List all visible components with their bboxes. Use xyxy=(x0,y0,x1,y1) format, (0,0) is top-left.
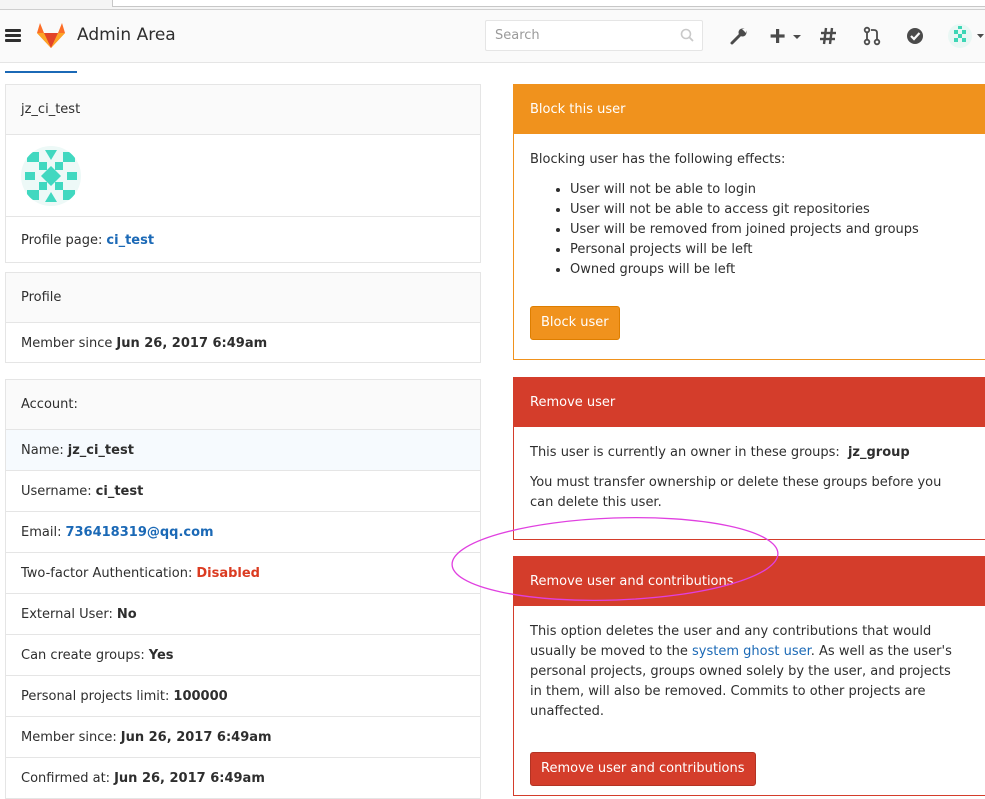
remove-contributions-panel: Remove user and contributions This optio… xyxy=(513,556,985,796)
remove-contributions-button[interactable]: Remove user and contributions xyxy=(530,752,756,786)
wrench-icon[interactable] xyxy=(729,26,749,46)
user-card-title: jz_ci_test xyxy=(21,102,81,117)
profile-panel-header: Profile xyxy=(6,273,480,323)
search-input[interactable] xyxy=(485,20,703,51)
avatar[interactable] xyxy=(947,23,985,49)
remove-contributions-text: This option deletes the user and any con… xyxy=(530,622,952,722)
account-row-email: Email: 736418319@qq.com xyxy=(6,512,480,553)
account-row-can-create-groups: Can create groups: Yes xyxy=(6,635,480,676)
remove-contributions-title: Remove user and contributions xyxy=(530,574,734,589)
account-panel-title: Account: xyxy=(21,397,78,412)
user-card-header: jz_ci_test xyxy=(6,85,480,135)
account-value: ci_test xyxy=(95,483,144,499)
block-user-panel: Block this user Blocking user has the fo… xyxy=(513,84,985,360)
block-effect-item: Personal projects will be left xyxy=(570,240,976,260)
system-ghost-user-link[interactable]: system ghost user xyxy=(692,644,811,659)
menu-icon[interactable] xyxy=(5,29,21,43)
remove-contributions-body: This option deletes the user and any con… xyxy=(514,606,985,786)
account-value: Yes xyxy=(148,647,174,663)
remove-user-body: This user is currently an owner in these… xyxy=(514,427,985,513)
account-row-name: Name: jz_ci_test xyxy=(6,430,480,471)
block-user-header: Block this user xyxy=(514,85,985,134)
plus-icon[interactable] xyxy=(768,26,804,46)
transfer-ownership-text: You must transfer ownership or delete th… xyxy=(530,475,942,510)
account-label: Email: xyxy=(21,524,62,540)
todo-check-icon[interactable] xyxy=(905,26,925,46)
owner-groups-text: This user is currently an owner in these… xyxy=(530,443,952,463)
account-row-external: External User: No xyxy=(6,594,480,635)
account-panel: Account: Name: jz_ci_test Username: ci_t… xyxy=(5,379,481,799)
profile-member-since-row: Member since Jun 26, 2017 6:49am xyxy=(6,323,480,363)
account-panel-header: Account: xyxy=(6,380,480,430)
account-label: Username: xyxy=(21,483,92,499)
profile-panel-title: Profile xyxy=(21,290,62,305)
email-link[interactable]: 736418319@qq.com xyxy=(65,525,213,540)
nav-title: Admin Area xyxy=(77,25,176,45)
block-user-intro: Blocking user has the following effects: xyxy=(530,152,786,167)
profile-page-label: Profile page: xyxy=(21,233,103,248)
user-card: jz_ci_test Profile page: ci_test xyxy=(5,84,481,263)
block-effects-list: User will not be able to login User will… xyxy=(530,180,976,280)
account-row-member-since: Member since: Jun 26, 2017 6:49am xyxy=(6,717,480,758)
account-row-two-factor: Two-factor Authentication: Disabled xyxy=(6,553,480,594)
two-factor-status: Disabled xyxy=(196,565,260,581)
block-effect-item: User will not be able to access git repo… xyxy=(570,200,976,220)
profile-page-link[interactable]: ci_test xyxy=(106,233,154,248)
account-value: 100000 xyxy=(173,688,228,704)
remove-user-header: Remove user xyxy=(514,378,985,427)
remove-user-panel: Remove user This user is currently an ow… xyxy=(513,377,985,540)
account-row-projects-limit: Personal projects limit: 100000 xyxy=(6,676,480,717)
block-effect-item: Owned groups will be left xyxy=(570,260,976,280)
user-avatar-identicon xyxy=(21,145,81,206)
account-label: Name: xyxy=(21,442,64,458)
address-bar[interactable] xyxy=(112,0,985,7)
remove-contributions-header: Remove user and contributions xyxy=(514,557,985,606)
block-effect-item: User will be removed from joined project… xyxy=(570,220,976,240)
account-label: Personal projects limit: xyxy=(21,688,170,704)
top-navbar: Admin Area xyxy=(0,10,985,73)
account-value: Jun 26, 2017 6:49am xyxy=(120,729,272,745)
account-row-confirmed-at: Confirmed at: Jun 26, 2017 6:49am xyxy=(6,758,480,798)
owner-groups-label: This user is currently an owner in these… xyxy=(530,445,840,460)
account-value: jz_ci_test xyxy=(67,442,134,458)
account-label: Can create groups: xyxy=(21,647,145,663)
block-user-body: Blocking user has the following effects:… xyxy=(514,134,985,340)
owner-group-name: jz_group xyxy=(847,445,910,460)
account-label: Member since: xyxy=(21,729,117,745)
member-since-value: Jun 26, 2017 6:49am xyxy=(116,335,268,351)
account-value: No xyxy=(116,606,137,622)
hash-icon[interactable] xyxy=(818,26,838,46)
search-icon[interactable] xyxy=(680,28,694,42)
block-user-button[interactable]: Block user xyxy=(530,306,620,340)
account-label: Confirmed at: xyxy=(21,770,111,786)
remove-user-title: Remove user xyxy=(530,395,616,410)
account-value: Jun 26, 2017 6:49am xyxy=(114,770,265,786)
account-label: Two-factor Authentication: xyxy=(21,565,193,581)
member-since-label: Member since xyxy=(21,335,113,351)
account-row-username: Username: ci_test xyxy=(6,471,480,512)
merge-request-icon[interactable] xyxy=(862,26,882,46)
block-effect-item: User will not be able to login xyxy=(570,180,976,200)
browser-chrome xyxy=(0,0,985,10)
active-tab-indicator xyxy=(5,71,77,73)
profile-panel: Profile Member since Jun 26, 2017 6:49am xyxy=(5,272,481,363)
gitlab-logo[interactable] xyxy=(36,21,66,49)
profile-page-row: Profile page: ci_test xyxy=(6,217,480,264)
block-user-title: Block this user xyxy=(530,102,626,117)
account-label: External User: xyxy=(21,606,113,622)
user-avatar-row xyxy=(6,135,480,217)
